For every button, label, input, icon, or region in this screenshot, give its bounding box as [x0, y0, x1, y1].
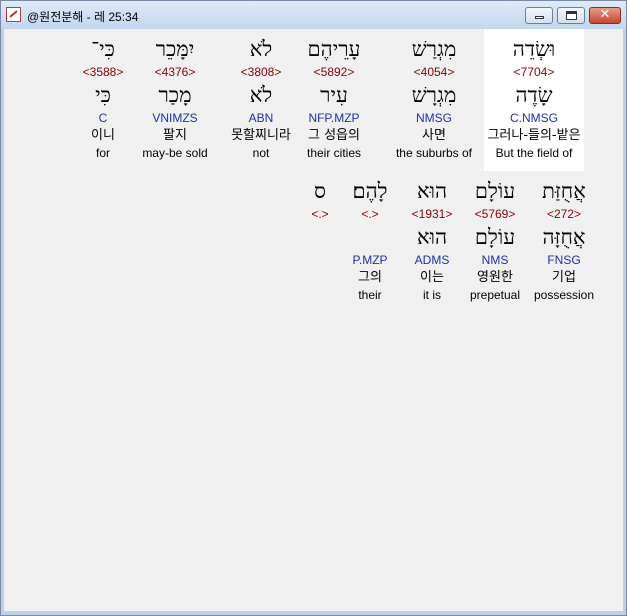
maximize-button[interactable]	[557, 7, 585, 24]
parsing-code: P.MZP	[352, 253, 388, 267]
hebrew-word: כִּי־	[91, 37, 115, 61]
strong-number: <4054>	[413, 65, 455, 79]
korean-gloss: 그의	[358, 270, 382, 285]
english-gloss	[300, 287, 340, 303]
word-cell[interactable]: כִּי־ <3588> כִּי C 이니 for	[53, 29, 153, 161]
strong-number: <.>	[311, 207, 329, 221]
hebrew-word: וּשְׂדֵה	[512, 37, 556, 61]
korean-gloss	[300, 269, 340, 287]
korean-gloss: 못할찌니라	[231, 128, 291, 143]
minimize-icon	[535, 16, 544, 19]
strong-number: <1931>	[411, 207, 453, 221]
strong-number: <3588>	[82, 65, 124, 79]
word-cell[interactable]: ס <.>	[300, 171, 340, 303]
title-bar[interactable]: @원전분해 - 레 25:34 ✕	[1, 1, 626, 29]
english-gloss: not	[252, 146, 270, 160]
lemma	[340, 223, 400, 251]
korean-gloss: 그러나-들의-밭은	[487, 128, 581, 143]
hebrew-word: ס	[314, 179, 326, 203]
interlinear-view: וּשְׂדֵה <7704> שָׂדֶה C.NMSG 그러나-들의-밭은 …	[4, 29, 623, 611]
lemma: מִגְרָשׁ	[411, 83, 457, 107]
korean-gloss: 이니	[91, 128, 115, 143]
close-icon: ✕	[599, 7, 611, 22]
lemma: כִּי	[95, 83, 111, 107]
close-button[interactable]: ✕	[589, 7, 621, 24]
hebrew-word: לֹא	[249, 37, 273, 61]
word-cell[interactable]: לֹא <3808> לֹא ABN 못할찌니라 not	[211, 29, 311, 161]
strong-number: <3808>	[240, 65, 282, 79]
english-gloss: their	[358, 288, 382, 302]
lemma	[300, 223, 340, 251]
parsing-code: ABN	[248, 111, 274, 125]
hebrew-word: לָהֶם׃	[352, 179, 388, 203]
word-cell[interactable]: לָהֶם׃ <.> P.MZP 그의 their	[340, 171, 400, 303]
word-cell[interactable]: וּשְׂדֵה <7704> שָׂדֶה C.NMSG 그러나-들의-밭은 …	[484, 29, 584, 171]
maximize-icon	[566, 11, 577, 20]
hebrew-word: מִגְרַשׁ	[411, 37, 457, 61]
parsing-code: NMSG	[416, 111, 452, 125]
english-gloss: for	[95, 146, 110, 160]
parsing-code: C.NMSG	[510, 111, 558, 125]
korean-gloss: 이는	[420, 270, 444, 285]
lemma: הוּא	[416, 225, 448, 249]
korean-gloss: 사면	[422, 128, 446, 143]
parsing-code: C	[98, 111, 108, 125]
hebrew-word: הוּא	[416, 179, 448, 203]
strong-number: <7704>	[513, 65, 555, 79]
lemma: שָׂדֶה	[515, 83, 553, 107]
word-cell[interactable]: מִגְרַשׁ <4054> מִגְרָשׁ NMSG 사면 the sub…	[384, 29, 484, 161]
english-gloss: it is	[423, 288, 441, 302]
lemma: לֹא	[249, 83, 273, 107]
strong-number: <.>	[361, 207, 379, 221]
app-window: @원전분해 - 레 25:34 ✕ וּשְׂדֵה <7704> שָׂדֶה…	[0, 0, 627, 616]
word-cell[interactable]: הוּא <1931> הוּא ADMS 이는 it is	[392, 171, 472, 303]
minimize-button[interactable]	[525, 7, 553, 24]
app-icon[interactable]	[6, 7, 21, 22]
english-gloss: the suburbs of	[395, 146, 473, 160]
parsing-code: ADMS	[414, 253, 450, 267]
window-title: @원전분해 - 레 25:34	[27, 10, 139, 24]
english-gloss: But the field of	[495, 146, 573, 160]
parsing-code	[300, 251, 340, 269]
